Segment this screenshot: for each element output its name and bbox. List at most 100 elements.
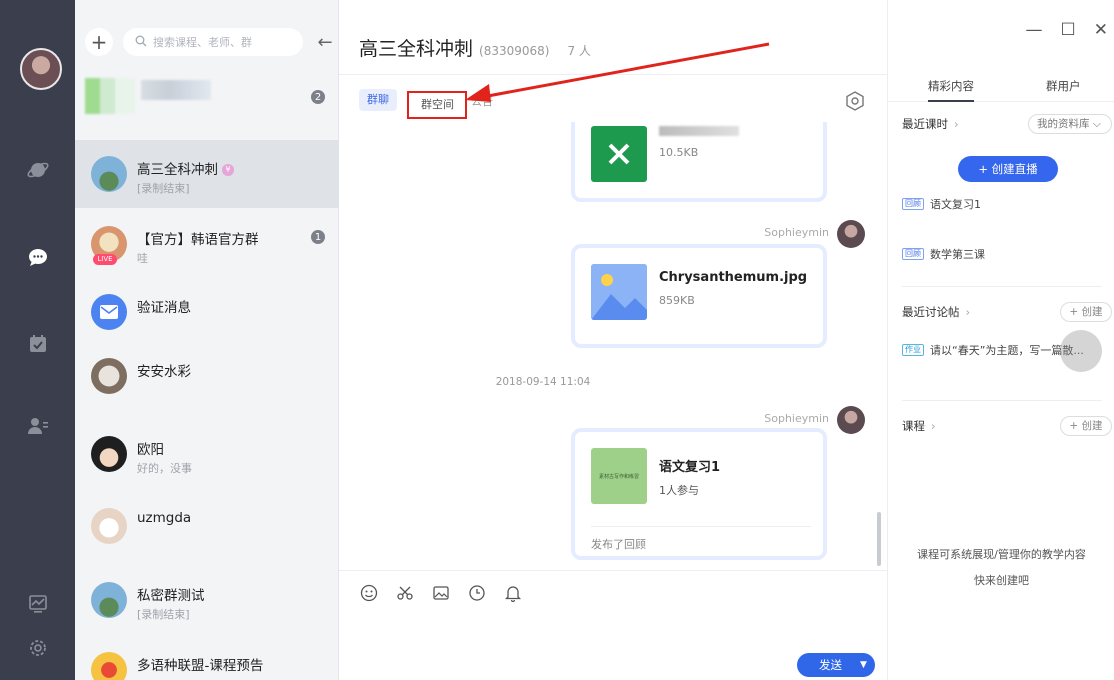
conversation-subtitle: 哇	[137, 252, 148, 265]
conversation-name: 【官方】韩语官方群	[137, 232, 259, 248]
list-item[interactable]: 欧阳 好的，没事	[75, 420, 339, 488]
lesson-title: 数学第三课	[930, 248, 985, 261]
close-icon[interactable]: ✕	[1094, 20, 1108, 40]
create-post-button[interactable]: + 创建	[1060, 302, 1112, 322]
tab-group-chat[interactable]: 群聊	[359, 89, 397, 111]
file-message[interactable]: Chrysanthemum.jpg 859KB	[571, 244, 827, 348]
right-panel: — ☐ ✕ 精彩内容 群用户 最近课时 › 我的资料库 ⌵ + 创建直播 回顾 语…	[887, 0, 1114, 680]
replay-message[interactable]: 素材古写作和练習 语文复习1 1人参与 发布了回顾	[571, 428, 827, 560]
hexagon-settings-icon[interactable]	[843, 89, 867, 113]
send-button[interactable]: 发送 ▼	[797, 653, 875, 677]
list-item[interactable]: 2	[75, 70, 339, 138]
list-item[interactable]: 多语种联盟-课程预告	[75, 636, 339, 680]
chevron-down-icon: ⌵	[1092, 118, 1101, 130]
settings-icon[interactable]	[24, 634, 52, 662]
send-label: 发送	[819, 658, 842, 672]
scrollbar[interactable]	[877, 512, 881, 566]
chat-title: 高三全科冲刺	[359, 38, 474, 60]
sender-avatar[interactable]	[837, 220, 865, 248]
chevron-right-icon: ›	[965, 305, 971, 319]
divider	[591, 526, 811, 527]
post-item[interactable]: 作业 请以“春天”为主题，写一篇散...	[902, 342, 1084, 358]
send-dropdown-icon[interactable]: ▼	[860, 660, 867, 670]
minimize-icon[interactable]: —	[1026, 20, 1043, 40]
message-area: 10.5KB Sophieymin Chrysanthemum.jpg 859K…	[339, 122, 887, 570]
chat-tabs: 群聊 群空间 公告	[339, 74, 887, 122]
tab-group-space[interactable]: 群空间	[407, 91, 467, 119]
lesson-title: 语文复习1	[930, 198, 981, 211]
collapse-arrow-icon[interactable]: ←	[313, 30, 337, 54]
contact-avatar	[91, 436, 127, 472]
group-avatar	[91, 582, 127, 618]
scissors-icon[interactable]	[395, 583, 415, 603]
list-item[interactable]: LIVE 【官方】韩语官方群 哇 1	[75, 210, 339, 278]
contacts-icon[interactable]	[24, 412, 52, 440]
calendar-icon[interactable]	[24, 330, 52, 358]
maximize-icon[interactable]: ☐	[1061, 20, 1076, 40]
list-toolbar: + 搜索课程、老师、群 ←	[75, 24, 339, 64]
chat-panel: 高三全科冲刺 (83309068) 7 人 群聊 群空间 公告 10.5KB Sop…	[339, 0, 887, 680]
unread-badge: 1	[311, 230, 325, 244]
empty-state-cta: 快来创建吧	[974, 574, 1029, 587]
stats-icon[interactable]	[24, 590, 52, 618]
conversation-subtitle: [录制结束]	[137, 608, 190, 621]
list-item-selected[interactable]: 高三全科冲刺 ¥ [录制结束]	[75, 140, 339, 208]
lesson-item[interactable]: 回顾 语文复习1	[902, 196, 981, 212]
tab-notice[interactable]: 公告	[471, 93, 493, 109]
group-avatar	[91, 652, 127, 680]
list-item[interactable]: uzmgda	[75, 492, 339, 560]
contact-avatar	[91, 508, 127, 544]
create-live-button[interactable]: + 创建直播	[958, 156, 1058, 182]
search-icon	[135, 35, 147, 50]
excel-file-icon	[591, 126, 647, 182]
image-file-icon	[591, 264, 647, 320]
add-button[interactable]: +	[85, 28, 113, 56]
chat-icon[interactable]	[24, 244, 52, 272]
conversation-name: 私密群测试	[137, 588, 205, 604]
user-avatar[interactable]	[20, 48, 62, 90]
file-message[interactable]: 10.5KB	[571, 122, 827, 202]
timestamp: 2018-09-14 11:04	[495, 376, 591, 388]
create-course-button[interactable]: + 创建	[1060, 416, 1112, 436]
image-icon[interactable]	[431, 583, 451, 603]
tab-group-users[interactable]: 群用户	[1046, 78, 1081, 94]
replay-footer: 发布了回顾	[591, 538, 646, 551]
replay-title: 语文复习1	[659, 460, 721, 475]
tab-featured[interactable]: 精彩内容	[928, 78, 974, 102]
left-rail	[0, 0, 75, 680]
member-count: 7 人	[567, 44, 591, 58]
conversation-name: uzmgda	[137, 510, 192, 526]
library-dropdown: 我的资料库	[1037, 118, 1090, 130]
conversation-name: 欧阳	[137, 442, 164, 458]
composer: 发送 ▼	[339, 570, 887, 680]
list-item[interactable]: 安安水彩	[75, 342, 339, 410]
list-item[interactable]: 验证消息	[75, 278, 339, 346]
blurred-file-name	[659, 126, 739, 136]
bell-icon[interactable]	[503, 583, 523, 603]
lesson-item[interactable]: 回顾 数学第三课	[902, 246, 985, 262]
conversation-subtitle: 好的，没事	[137, 462, 192, 475]
recent-lessons-title: 最近课时	[902, 117, 948, 131]
mail-icon	[91, 294, 127, 330]
unread-badge: 2	[311, 90, 325, 104]
group-avatar	[91, 156, 127, 192]
courses-title: 课程	[902, 419, 925, 433]
search-input[interactable]: 搜索课程、老师、群	[123, 28, 303, 56]
file-size: 859KB	[659, 294, 695, 307]
divider	[902, 400, 1102, 401]
panel-tabs: 精彩内容 群用户	[888, 74, 1114, 102]
live-badge: LIVE	[93, 254, 117, 265]
sender-name: Sophieymin	[764, 412, 829, 425]
planet-icon[interactable]	[24, 156, 52, 184]
loading-indicator	[1060, 330, 1102, 372]
clock-icon[interactable]	[467, 583, 487, 603]
replay-tag: 回顾	[902, 198, 924, 210]
recent-posts-title: 最近讨论帖	[902, 305, 960, 319]
emoji-icon[interactable]	[359, 583, 379, 603]
chevron-right-icon: ›	[931, 419, 936, 433]
list-item[interactable]: 私密群测试 [录制结束]	[75, 566, 339, 634]
conversation-subtitle: [录制结束]	[137, 182, 190, 195]
conversation-name: 高三全科冲刺	[137, 162, 218, 178]
sender-avatar[interactable]	[837, 406, 865, 434]
replay-thumbnail: 素材古写作和练習	[591, 448, 647, 504]
